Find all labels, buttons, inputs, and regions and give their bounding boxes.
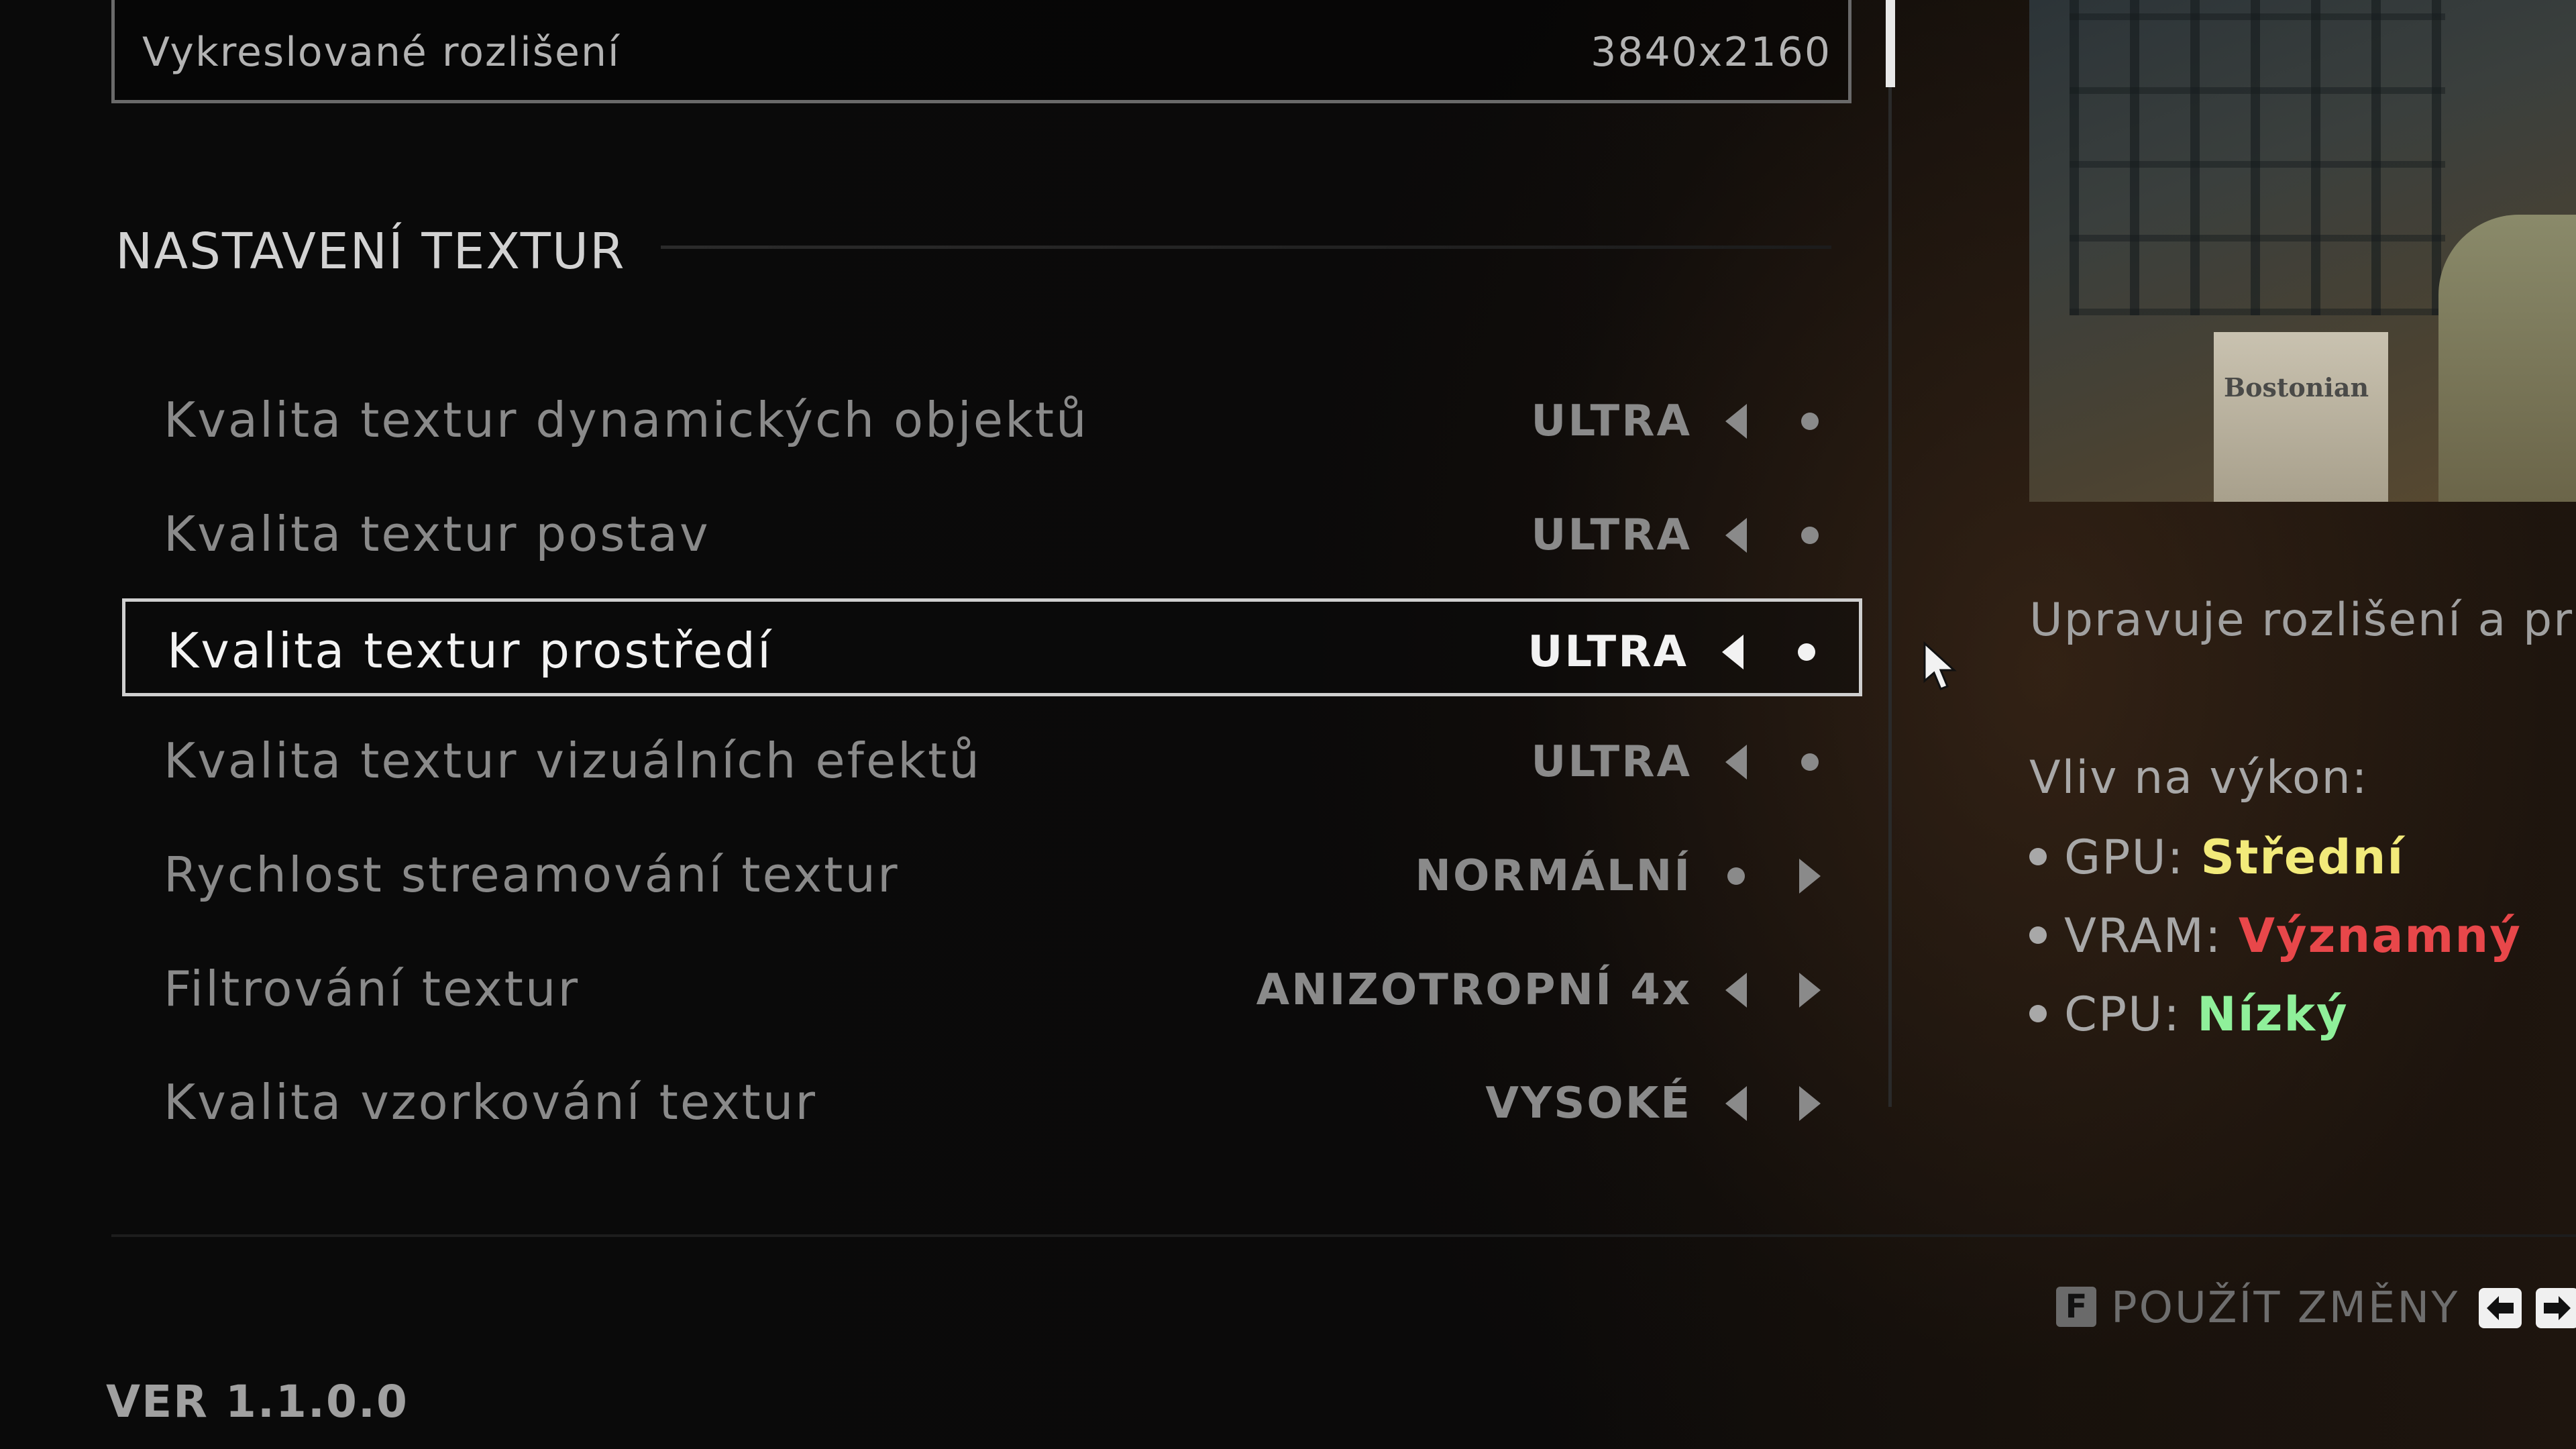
section-title: NASTAVENÍ TEXTUR bbox=[115, 223, 626, 280]
version-label: VER 1.1.0.0 bbox=[106, 1376, 409, 1428]
setting-row-vfx-texture-quality[interactable]: Kvalita textur vizuálních efektů ULTRA bbox=[122, 712, 1862, 810]
footer-divider bbox=[111, 1234, 2576, 1237]
preview-sign-text: Bostonian bbox=[2224, 372, 2369, 402]
chevron-left-icon[interactable] bbox=[1716, 742, 1756, 782]
chevron-left-icon[interactable] bbox=[1716, 970, 1756, 1010]
impact-gpu-value: Střední bbox=[2200, 830, 2405, 885]
scrollbar-thumb[interactable] bbox=[1886, 0, 1895, 87]
chevron-right-icon[interactable] bbox=[1790, 1083, 1830, 1124]
rendered-resolution-value: 3840x2160 bbox=[1591, 29, 1831, 76]
chevron-left-icon[interactable] bbox=[1716, 401, 1756, 441]
setting-value: ULTRA bbox=[1531, 511, 1692, 560]
impact-vram-label: VRAM: bbox=[2064, 908, 2239, 963]
preview-image: Bostonian bbox=[2029, 0, 2576, 502]
setting-label: Kvalita textur vizuálních efektů bbox=[164, 733, 981, 789]
setting-value: ANIZOTROPNÍ 4x bbox=[1256, 965, 1692, 1015]
key-f-icon: F bbox=[2056, 1287, 2096, 1327]
chevron-right-icon[interactable] bbox=[1790, 856, 1830, 896]
setting-value: ULTRA bbox=[1531, 396, 1692, 446]
setting-label: Kvalita textur dynamických objektů bbox=[164, 392, 1089, 448]
setting-label: Kvalita textur postav bbox=[164, 506, 710, 562]
bullet-icon bbox=[2029, 926, 2047, 944]
scrollbar-track[interactable] bbox=[1888, 87, 1892, 1107]
setting-label: Kvalita vzorkování textur bbox=[164, 1074, 818, 1130]
bullet-icon bbox=[2029, 1004, 2047, 1022]
impact-cpu-label: CPU: bbox=[2064, 987, 2198, 1042]
mouse-cursor-icon bbox=[1923, 641, 1957, 690]
setting-description: Upravuje rozlišení a pri bbox=[2029, 594, 2576, 647]
setting-row-dynamic-objects-texture-quality[interactable]: Kvalita textur dynamických objektů ULTRA bbox=[122, 371, 1862, 469]
chevron-left-icon[interactable] bbox=[1716, 515, 1756, 555]
preview-scaffold bbox=[2070, 0, 2445, 315]
setting-value: ULTRA bbox=[1527, 627, 1688, 677]
preview-person bbox=[2438, 215, 2576, 502]
rendered-resolution-label: Vykreslované rozlišení bbox=[142, 29, 621, 76]
impact-vram: VRAM: Významný bbox=[2029, 906, 2522, 966]
setting-label: Kvalita textur prostředí bbox=[167, 623, 773, 679]
impact-cpu: CPU: Nízký bbox=[2029, 984, 2349, 1044]
dot-icon bbox=[1786, 632, 1827, 672]
setting-row-texture-sampling-quality[interactable]: Kvalita vzorkování textur VYSOKÉ bbox=[122, 1053, 1862, 1151]
setting-value: NORMÁLNÍ bbox=[1415, 851, 1692, 901]
dot-icon bbox=[1716, 856, 1756, 896]
arrow-right-key-icon[interactable] bbox=[2536, 1288, 2576, 1328]
arrow-left-key-icon[interactable] bbox=[2479, 1288, 2522, 1328]
section-divider bbox=[661, 246, 1831, 249]
setting-label: Rychlost streamování textur bbox=[164, 847, 900, 903]
impact-vram-value: Významný bbox=[2238, 908, 2522, 963]
impact-cpu-value: Nízký bbox=[2197, 987, 2349, 1042]
setting-label: Filtrování textur bbox=[164, 961, 580, 1017]
setting-value: VYSOKÉ bbox=[1485, 1079, 1692, 1128]
bullet-icon bbox=[2029, 847, 2047, 865]
chevron-right-icon[interactable] bbox=[1790, 970, 1830, 1010]
dot-icon bbox=[1790, 401, 1830, 441]
dot-icon bbox=[1790, 515, 1830, 555]
setting-row-texture-filtering[interactable]: Filtrování textur ANIZOTROPNÍ 4x bbox=[122, 940, 1862, 1038]
setting-row-texture-streaming-speed[interactable]: Rychlost streamování textur NORMÁLNÍ bbox=[122, 826, 1862, 924]
impact-gpu-label: GPU: bbox=[2064, 830, 2201, 885]
setting-row-character-texture-quality[interactable]: Kvalita textur postav ULTRA bbox=[122, 485, 1862, 583]
setting-row-environment-texture-quality[interactable]: Kvalita textur prostředí ULTRA bbox=[122, 598, 1862, 696]
setting-value: ULTRA bbox=[1531, 737, 1692, 787]
chevron-left-icon[interactable] bbox=[1716, 1083, 1756, 1124]
apply-changes-label: POUŽÍT ZMĚNY bbox=[2111, 1283, 2460, 1333]
settings-screen: Vykreslované rozlišení 3840x2160 NASTAVE… bbox=[0, 0, 2576, 1449]
preview-sign bbox=[2214, 332, 2388, 502]
performance-impact-title: Vliv na výkon: bbox=[2029, 751, 2369, 804]
dot-icon bbox=[1790, 742, 1830, 782]
chevron-left-icon[interactable] bbox=[1713, 632, 1753, 672]
impact-gpu: GPU: Střední bbox=[2029, 827, 2404, 888]
